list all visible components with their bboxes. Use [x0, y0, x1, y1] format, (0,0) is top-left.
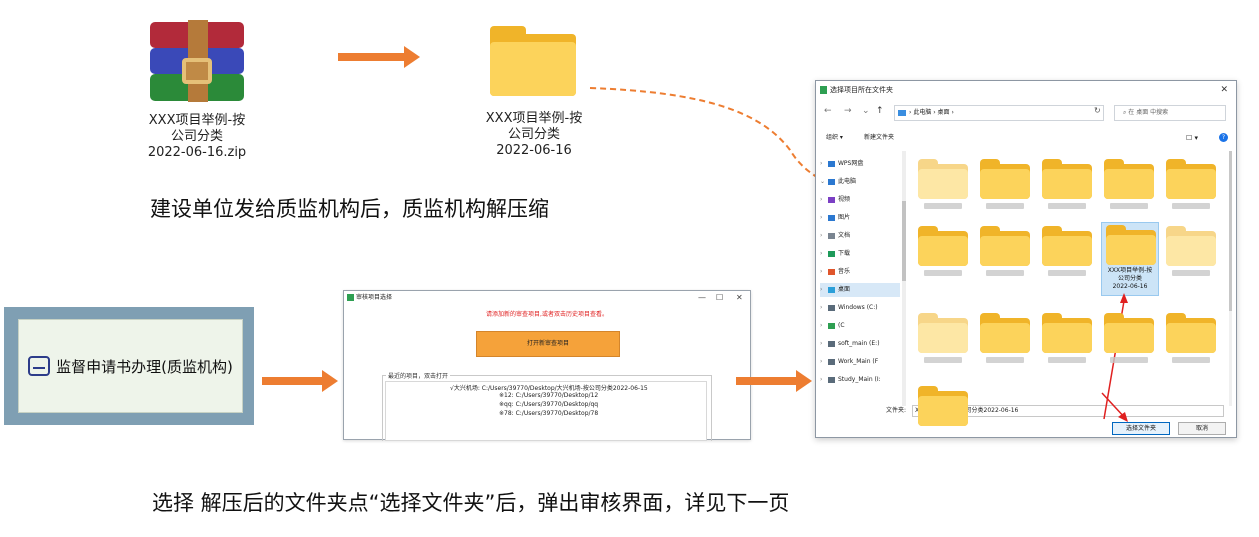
window-titlebar: 审核项目选择 — ☐ ✕	[344, 291, 750, 305]
blurred-folder-name	[986, 270, 1024, 276]
close-button[interactable]: ✕	[736, 291, 743, 305]
folder-icon	[1166, 159, 1216, 199]
blurred-folder-name	[1048, 270, 1086, 276]
blurred-folder-name	[1172, 357, 1210, 363]
folder-icon	[1104, 159, 1154, 199]
blurred-folder-name	[924, 270, 962, 276]
folder-icon	[918, 386, 968, 426]
folder-item[interactable]	[918, 386, 970, 426]
select-folder-dialog: 选择项目所在文件夹 ✕ ← → ⌄ ↑ › 此电脑 › 桌面 › ↻ ⌕ 在 桌…	[815, 80, 1237, 438]
folder-icon	[1104, 313, 1154, 353]
folder-item[interactable]	[1166, 313, 1218, 363]
blur-mask	[1166, 226, 1216, 266]
folder-item[interactable]	[980, 313, 1032, 363]
blurred-folder-name	[1172, 270, 1210, 276]
blur-mask	[918, 159, 968, 199]
supervise-panel: 监督申请书办理(质监机构)	[4, 307, 254, 425]
caption-decompress: 建设单位发给质监机构后，质监机构解压缩	[150, 197, 549, 221]
list-item[interactable]: ※78: C:/Users/39770/Desktop/78	[499, 410, 598, 417]
folder-icon	[1166, 313, 1216, 353]
supervise-button-label: 监督申请书办理(质监机构)	[56, 357, 233, 376]
folder-icon	[1042, 226, 1092, 266]
window-title: 审核项目选择	[356, 294, 393, 301]
folder-item[interactable]	[980, 159, 1032, 209]
blurred-folder-name	[924, 357, 962, 363]
blurred-folder-name	[1110, 203, 1148, 209]
supervise-application-button[interactable]: 监督申请书办理(质监机构)	[18, 319, 243, 413]
minimize-button[interactable]: —	[698, 291, 706, 305]
folder-item[interactable]	[1042, 226, 1094, 276]
blurred-folder-name	[1048, 203, 1086, 209]
blurred-folder-name	[986, 203, 1024, 209]
list-item[interactable]: ※12: C:/Users/39770/Desktop/12	[499, 392, 598, 399]
folder-item[interactable]	[1166, 159, 1218, 209]
warning-text: 请添加新的审查项目,或者双击历史项目查看。	[486, 311, 608, 318]
right-arrow-icon	[736, 370, 814, 392]
caption-select-folder: 选择 解压后的文件夹点“选择文件夹”后，弹出审核界面，详见下一页	[152, 491, 790, 515]
folder-item[interactable]	[918, 226, 970, 276]
folder-icon	[980, 313, 1030, 353]
blur-mask	[918, 313, 968, 353]
folder-icon	[980, 226, 1030, 266]
recent-group-label: 最近的项目，双击打开	[386, 371, 451, 380]
folder-item[interactable]	[980, 226, 1032, 276]
right-arrow-icon	[262, 370, 340, 392]
review-project-window: 审核项目选择 — ☐ ✕ 请添加新的审查项目,或者双击历史项目查看。 打开新审查…	[343, 290, 751, 441]
maximize-button[interactable]: ☐	[716, 291, 723, 305]
list-item[interactable]: ※qq: C:/Users/39770/Desktop/qq	[499, 401, 598, 408]
blurred-folder-name	[986, 357, 1024, 363]
recent-projects-list: √大兴机场: C:/Users/39770/Desktop/大兴机场-按公司分类…	[385, 381, 707, 441]
folder-icon	[980, 159, 1030, 199]
folder-item[interactable]	[1104, 313, 1156, 363]
blurred-folder-name	[1048, 357, 1086, 363]
app-icon	[347, 294, 354, 301]
blurred-folder-name	[924, 203, 962, 209]
open-new-review-button[interactable]: 打开新审查项目	[476, 331, 620, 357]
document-car-icon	[28, 356, 51, 376]
blurred-folder-name	[1172, 203, 1210, 209]
folder-icon	[918, 226, 968, 266]
blurred-folder-name	[1110, 357, 1148, 363]
folder-item[interactable]	[1042, 159, 1094, 209]
list-item[interactable]: √大兴机场: C:/Users/39770/Desktop/大兴机场-按公司分类…	[450, 383, 648, 392]
folder-item[interactable]	[1042, 313, 1094, 363]
folder-icon	[1042, 159, 1092, 199]
folder-item[interactable]	[1104, 159, 1156, 209]
folder-icon	[1042, 313, 1092, 353]
